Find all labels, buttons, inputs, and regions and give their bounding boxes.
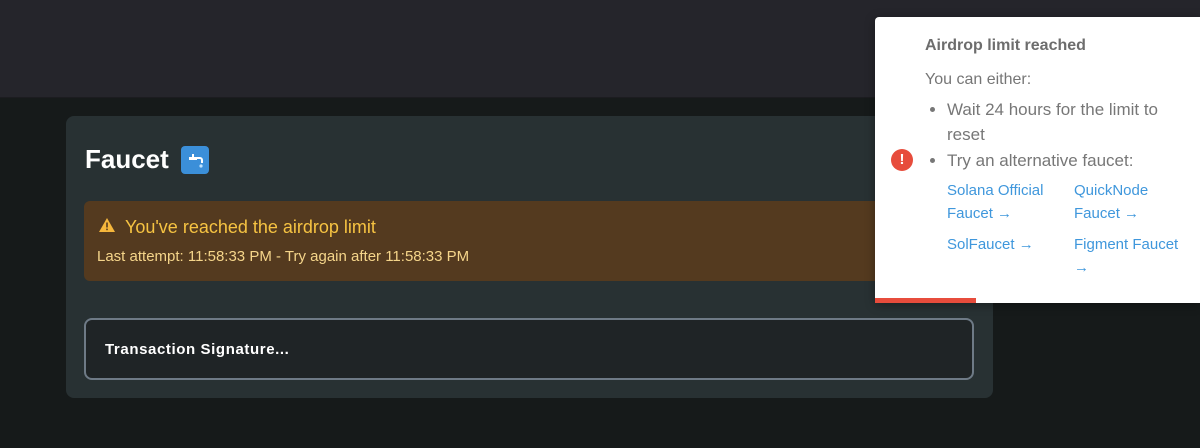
toast-body: Airdrop limit reached You can either: Wa… (925, 37, 1190, 279)
alternative-faucet-links: Solana Official Faucet → QuickNode Fauce… (947, 179, 1190, 279)
card-title-text: Faucet (85, 144, 169, 174)
faucet-card: Faucet You've reached the airdrop limit … (66, 116, 993, 398)
list-item: Wait 24 hours for the limit to reset (947, 97, 1190, 147)
link-quicknode-faucet[interactable]: QuickNode Faucet → (1074, 179, 1194, 225)
alert-heading: You've reached the airdrop limit (98, 217, 376, 238)
alert-heading-text: You've reached the airdrop limit (125, 217, 376, 237)
toast-options: Wait 24 hours for the limit to reset Try… (925, 97, 1190, 173)
warning-icon (98, 217, 116, 238)
link-solana-official-faucet[interactable]: Solana Official Faucet → (947, 179, 1074, 225)
card-title: Faucet (85, 144, 209, 175)
transaction-signature-field[interactable]: Transaction Signature... (84, 318, 974, 380)
faucet-icon (180, 145, 209, 174)
link-solfaucet[interactable]: SolFaucet → (947, 233, 1074, 279)
error-icon: ! (891, 149, 913, 171)
toast-progress-bar (875, 298, 976, 303)
toast-progress-track (875, 298, 1200, 303)
error-toast[interactable]: ! Airdrop limit reached You can either: … (875, 17, 1200, 303)
airdrop-limit-alert: You've reached the airdrop limit Last at… (84, 201, 914, 281)
list-item: Try an alternative faucet: (947, 148, 1190, 173)
toast-title: Airdrop limit reached (925, 37, 1086, 54)
alert-detail: Last attempt: 11:58:33 PM - Try again af… (97, 248, 470, 265)
link-figment-faucet[interactable]: Figment Faucet → (1074, 233, 1194, 279)
toast-text: You can either: (925, 71, 1032, 88)
